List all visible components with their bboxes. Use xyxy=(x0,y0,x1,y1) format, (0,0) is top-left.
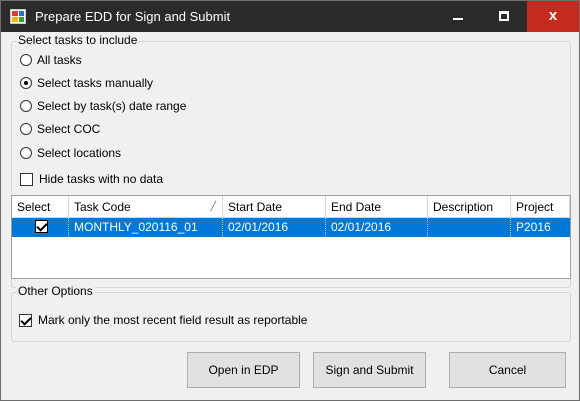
cell-project[interactable]: P2016 xyxy=(511,218,570,237)
minimize-icon xyxy=(453,18,463,20)
radio-button[interactable] xyxy=(20,123,32,135)
hide-no-data-checkbox[interactable] xyxy=(20,173,33,186)
column-header-start-date[interactable]: Start Date xyxy=(223,196,326,218)
close-icon: x xyxy=(548,7,558,24)
radio-button[interactable] xyxy=(20,77,32,89)
cancel-button[interactable]: Cancel xyxy=(449,352,566,388)
radio-label: All tasks xyxy=(37,53,82,67)
table-row[interactable]: MONTHLY_020116_01 02/01/2016 02/01/2016 … xyxy=(12,218,570,237)
app-icon xyxy=(10,9,26,24)
cell-end-date[interactable]: 02/01/2016 xyxy=(326,218,428,237)
cell-description[interactable] xyxy=(428,218,511,237)
cell-task-code[interactable]: MONTHLY_020116_01 xyxy=(69,218,223,237)
column-header-select[interactable]: Select xyxy=(12,196,69,218)
sign-and-submit-button[interactable]: Sign and Submit xyxy=(313,352,426,388)
window-title: Prepare EDD for Sign and Submit xyxy=(35,9,231,24)
maximize-button[interactable] xyxy=(481,1,526,32)
open-in-edp-button[interactable]: Open in EDP xyxy=(187,352,300,388)
maximize-icon xyxy=(499,11,509,21)
hide-no-data-label: Hide tasks with no data xyxy=(39,172,164,186)
cell-select[interactable] xyxy=(12,218,69,237)
minimize-button[interactable] xyxy=(435,1,480,32)
radio-label: Select tasks manually xyxy=(37,76,154,90)
column-header-end-date[interactable]: End Date xyxy=(326,196,428,218)
dialog-window: Prepare EDD for Sign and Submit x Select… xyxy=(0,0,580,401)
column-header-task-code[interactable]: Task Code ╱ xyxy=(69,196,223,218)
sort-icon: ╱ xyxy=(210,201,216,211)
grid-header: Select Task Code ╱ Start Date End Date D… xyxy=(12,196,570,218)
tasks-group-legend: Select tasks to include xyxy=(16,33,140,47)
radio-button[interactable] xyxy=(20,100,32,112)
close-button[interactable]: x xyxy=(527,1,579,32)
radio-label: Select by task(s) date range xyxy=(37,99,187,113)
radio-label: Select COC xyxy=(37,122,101,136)
row-select-checkbox[interactable] xyxy=(35,220,48,233)
column-header-label: Task Code xyxy=(74,200,131,214)
most-recent-checkbox[interactable] xyxy=(19,314,32,327)
cell-start-date[interactable]: 02/01/2016 xyxy=(223,218,326,237)
radio-label: Select locations xyxy=(37,146,122,160)
radio-button[interactable] xyxy=(20,147,32,159)
column-header-project[interactable]: Project xyxy=(511,196,570,218)
tasks-grid[interactable]: Select Task Code ╱ Start Date End Date D… xyxy=(11,195,571,279)
column-header-description[interactable]: Description xyxy=(428,196,511,218)
other-options-legend: Other Options xyxy=(16,284,95,298)
radio-button[interactable] xyxy=(20,54,32,66)
title-bar[interactable]: Prepare EDD for Sign and Submit x xyxy=(1,1,579,32)
most-recent-label: Mark only the most recent field result a… xyxy=(38,313,308,327)
